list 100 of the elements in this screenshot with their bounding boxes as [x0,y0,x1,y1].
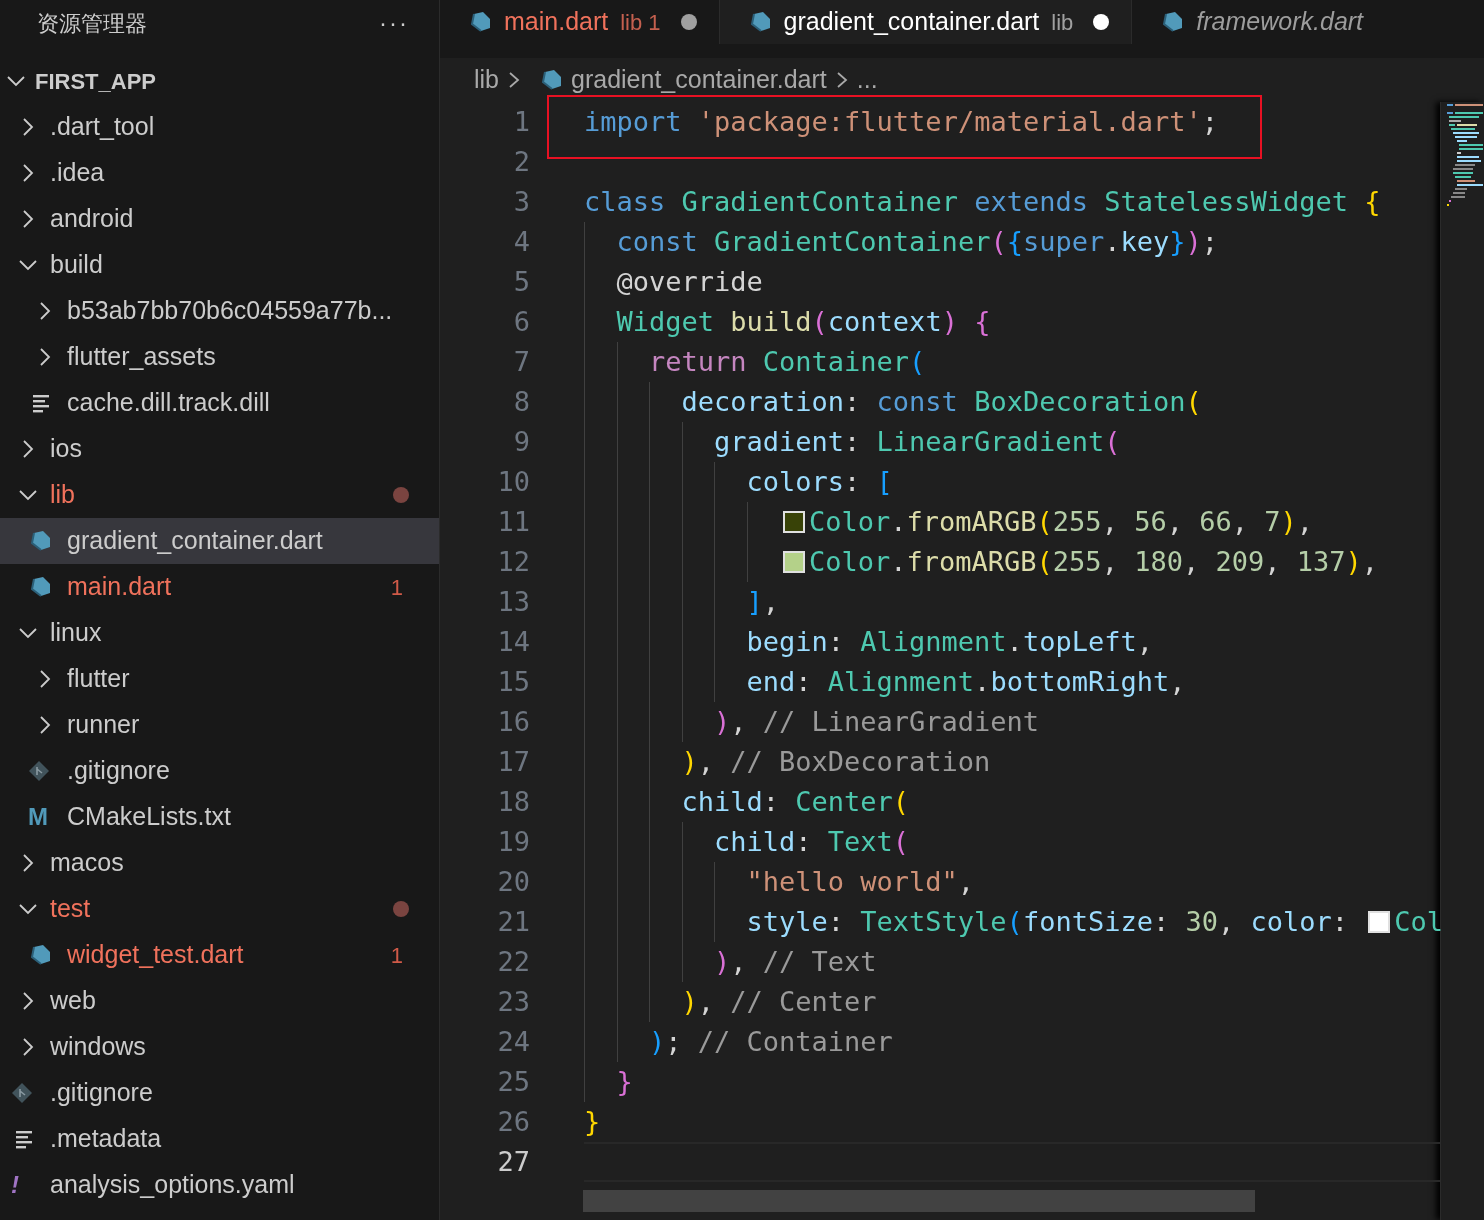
root-folder-header[interactable]: FIRST_APP [0,58,439,104]
dart-file-icon [28,575,52,599]
code-text: ), // LinearGradient [714,704,1040,739]
line-number: 27 [496,1144,530,1179]
line-number: 8 [512,384,530,419]
tree-item[interactable]: gradient_container.dart [0,518,439,564]
explorer-title: 资源管理器 [37,9,147,38]
color-swatch[interactable] [1368,911,1391,933]
code-text: style: TextStyle(fontSize: 30, color: [746,904,1349,939]
tree-item[interactable]: runner [0,702,439,748]
more-actions-button[interactable]: ··· [379,11,409,35]
line-number: 13 [496,584,530,619]
line-number: 26 [496,1104,530,1139]
git-diamond-icon [28,760,50,782]
tree-item[interactable]: flutter [0,656,439,702]
line-number: 19 [496,824,530,859]
line-number: 1 [512,104,530,139]
code-text: class GradientContainer extends StatelessWidget { [584,184,1381,219]
line-number: 15 [496,664,530,699]
code-text: ), // BoxDecoration [681,744,991,779]
file-type-icon: M [28,805,48,829]
line-number: 3 [512,184,530,219]
line-number: 11 [496,504,530,539]
tree-item[interactable]: main.dart 1 [0,564,439,610]
problem-count: 1 [390,573,403,602]
dart-file-icon [1160,10,1185,34]
tree-item[interactable]: .gitignore [0,748,439,794]
problem-count: 1 [390,941,403,970]
code-text: colors: [ [746,464,893,499]
color-swatch[interactable] [783,551,805,573]
line-number: 2 [512,144,530,179]
line-number: 17 [496,744,530,779]
breadcrumb-item[interactable]: lib [474,61,499,99]
code-text: import 'package:flutter/material.dart'; [584,104,1218,139]
line-number: 23 [496,984,530,1019]
horizontal-scrollbar[interactable] [583,1190,1255,1212]
code-text: Widget build(context) { [616,304,991,339]
line-number: 4 [512,224,530,259]
tree-item[interactable]: .dart_tool [0,104,439,150]
line-number: 20 [496,864,530,899]
code-text: decoration: const BoxDecoration( [681,384,1202,419]
code-text: @override [616,264,763,299]
code-text: Color.fromARGB(255, 56, 66, 7), [809,504,1313,539]
breadcrumb-item[interactable]: ... [856,61,878,99]
line-number: 9 [512,424,530,459]
tree-item[interactable]: flutter_assets [0,334,439,380]
tree-item[interactable]: M CMakeLists.txt [0,794,439,840]
color-swatch[interactable] [783,511,805,533]
tree-item[interactable]: ios [0,426,439,472]
dart-file-icon [28,943,52,967]
line-number: 18 [496,784,530,819]
code-text: child: Text( [714,824,910,859]
code-text: } [616,1064,633,1099]
tree-item[interactable]: web [0,978,439,1024]
code-text: Color.fromARGB(255, 180, 209, 137), [809,544,1379,579]
code-text: return Container( [649,344,926,379]
code-text: gradient: LinearGradient( [714,424,1121,459]
line-number: 14 [496,624,530,659]
code-text: begin: Alignment.topLeft, [746,624,1153,659]
tree-item[interactable]: widget_test.dart 1 [0,932,439,978]
tree-item[interactable]: .gitignore [0,1070,439,1116]
lines-file-icon [16,1129,32,1149]
breadcrumb-item[interactable]: gradient_container.dart [571,61,827,99]
line-number: 22 [496,944,530,979]
line-number: 12 [496,544,530,579]
code-text: ); // Container [649,1024,893,1059]
git-diamond-icon [11,1082,33,1104]
file-type-icon: ! [11,1173,19,1197]
dart-file-icon [468,10,492,34]
code-text: "hello world", [746,864,975,899]
code-text: ], [746,584,780,619]
tree-item[interactable]: cache.dill.track.dill [0,380,439,426]
line-number: 6 [512,304,530,339]
tree-item[interactable]: ! analysis_options.yaml [0,1162,439,1208]
code-text: ), // Center [681,984,877,1019]
line-number: 5 [512,264,530,299]
line-number: 25 [496,1064,530,1099]
tree-item[interactable]: .idea [0,150,439,196]
tree-item[interactable]: windows [0,1024,439,1070]
dart-file-icon [28,529,52,553]
code-text: Col [1394,904,1444,939]
line-number: 21 [496,904,530,939]
code-text: } [584,1104,601,1139]
tree-item[interactable]: lib [0,472,439,518]
code-text: end: Alignment.bottomRight, [746,664,1186,699]
tree-item[interactable]: build [0,242,439,288]
chevron-right-icon [507,71,521,89]
editor-tab[interactable]: gradient_container.dart lib [719,0,1133,44]
tree-item[interactable]: linux [0,610,439,656]
code-text: const GradientContainer({super.key}); [616,224,1219,259]
code-text: ), // Text [714,944,877,979]
lines-file-icon [33,393,49,413]
dart-file-icon [539,68,563,92]
tree-item[interactable]: macos [0,840,439,886]
line-number: 7 [512,344,530,379]
code-text: child: Center( [681,784,910,819]
tree-item[interactable]: .metadata [0,1116,439,1162]
tree-item[interactable]: test [0,886,439,932]
tree-item[interactable]: android [0,196,439,242]
tree-item[interactable]: b53ab7bb70b6c04559a77b... [0,288,439,334]
